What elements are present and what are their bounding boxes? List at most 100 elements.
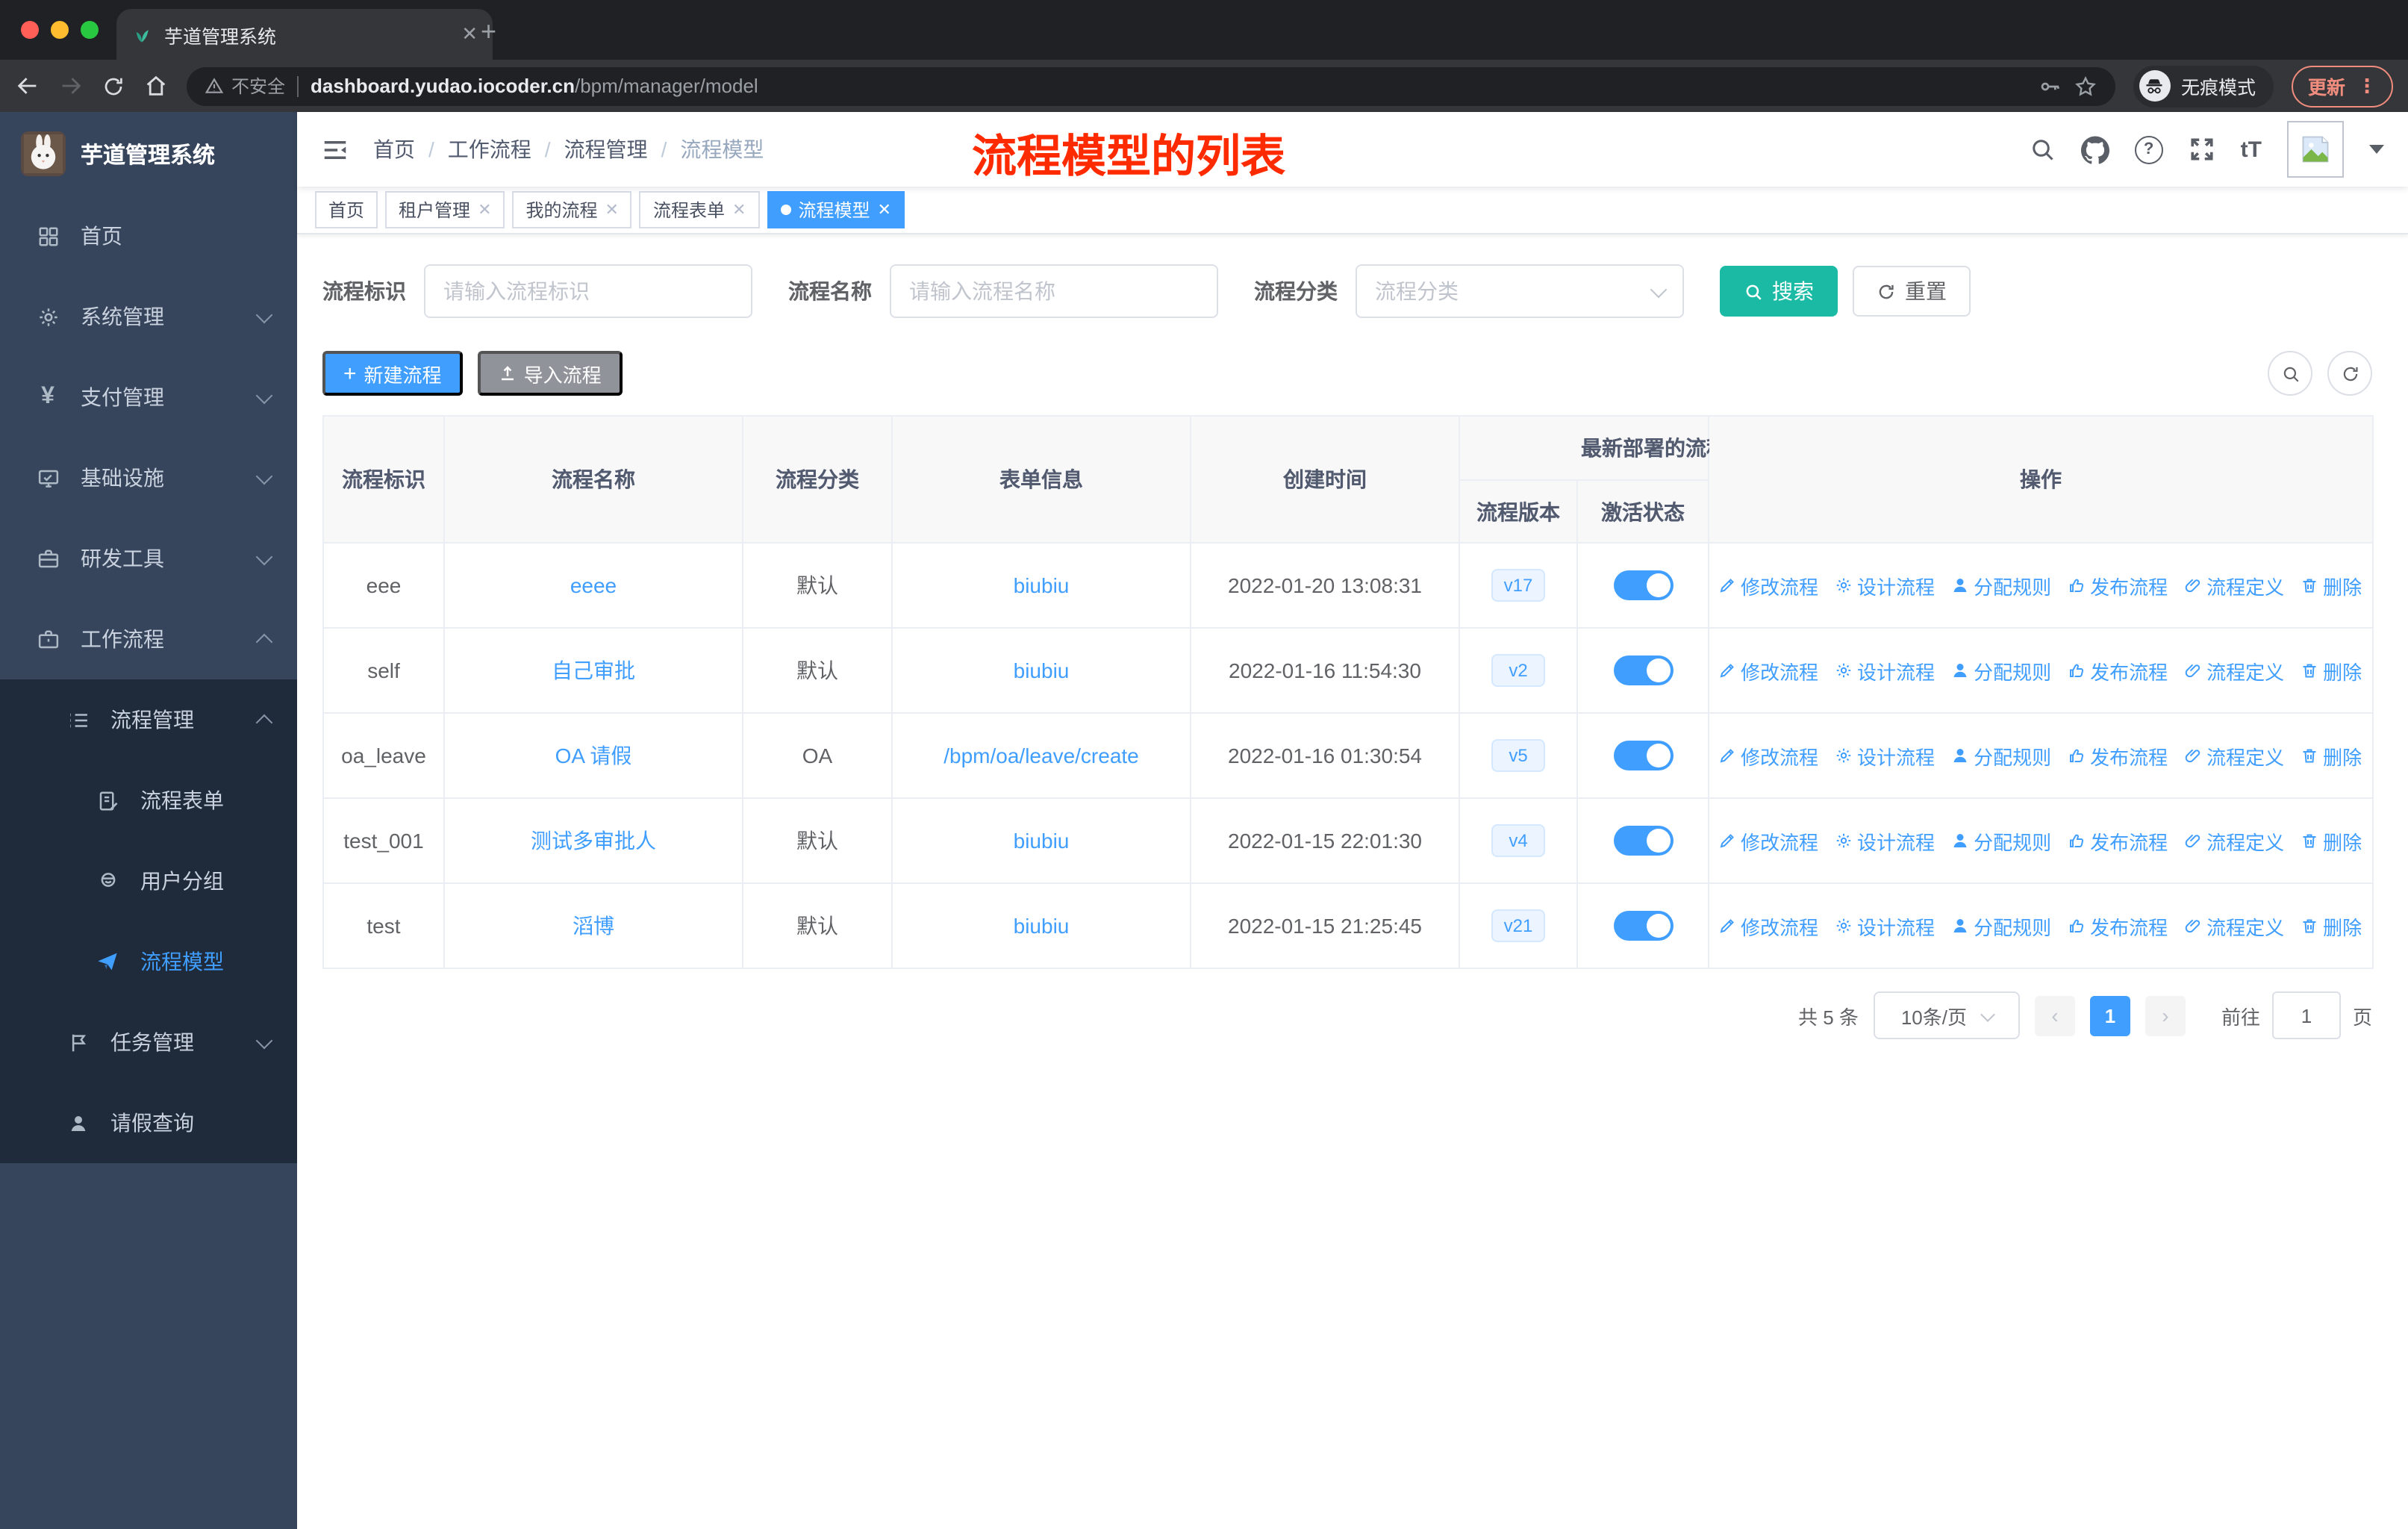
avatar[interactable] xyxy=(2287,121,2344,178)
tag-close-icon[interactable]: ✕ xyxy=(732,200,746,219)
breadcrumb-item[interactable]: 流程管理 xyxy=(564,134,648,164)
bookmark-star-icon[interactable] xyxy=(2074,74,2097,98)
sidebar-item-workflow[interactable]: 工作流程 xyxy=(0,599,297,679)
action-process-definition[interactable]: 流程定义 xyxy=(2184,741,2284,770)
window-minimize-button[interactable] xyxy=(51,21,69,39)
sidebar-item-process-form[interactable]: 流程表单 xyxy=(0,760,297,841)
action-assign-rule[interactable]: 分配规则 xyxy=(1951,656,2051,685)
toggle-search-button[interactable] xyxy=(2268,351,2312,396)
action-delete[interactable]: 删除 xyxy=(2301,826,2362,855)
action-delete[interactable]: 删除 xyxy=(2301,656,2362,685)
action-publish-process[interactable]: 发布流程 xyxy=(2068,656,2168,685)
sidebar-logo[interactable]: 芋道管理系统 xyxy=(0,112,297,196)
sidebar-item-process-model[interactable]: 流程模型 xyxy=(0,921,297,1002)
action-assign-rule[interactable]: 分配规则 xyxy=(1951,571,2051,600)
home-icon[interactable] xyxy=(143,73,169,99)
window-close-button[interactable] xyxy=(21,21,39,39)
page-size-select[interactable]: 10条/页 xyxy=(1873,991,2020,1039)
action-delete[interactable]: 删除 xyxy=(2301,571,2362,600)
sidebar-item-process-management[interactable]: 流程管理 xyxy=(0,679,297,760)
action-design-process[interactable]: 设计流程 xyxy=(1835,571,1935,600)
forward-icon[interactable] xyxy=(58,73,84,99)
sidebar-item-home[interactable]: 首页 xyxy=(0,196,297,276)
action-publish-process[interactable]: 发布流程 xyxy=(2068,826,2168,855)
help-icon[interactable]: ? xyxy=(2134,135,2163,164)
action-assign-rule[interactable]: 分配规则 xyxy=(1951,741,2051,770)
action-process-definition[interactable]: 流程定义 xyxy=(2184,571,2284,600)
action-assign-rule[interactable]: 分配规则 xyxy=(1951,912,2051,940)
action-design-process[interactable]: 设计流程 xyxy=(1835,912,1935,940)
active-toggle[interactable] xyxy=(1613,570,1673,600)
process-name-link[interactable]: 测试多审批人 xyxy=(531,829,656,853)
form-info-link[interactable]: biubiu xyxy=(1014,658,1070,682)
process-name-link[interactable]: OA 请假 xyxy=(555,744,632,767)
tag-process-model[interactable]: 流程模型 ✕ xyxy=(767,191,905,228)
action-design-process[interactable]: 设计流程 xyxy=(1835,826,1935,855)
fullscreen-icon[interactable] xyxy=(2189,136,2215,163)
process-name-link[interactable]: 滔博 xyxy=(573,914,614,938)
tag-close-icon[interactable]: ✕ xyxy=(605,200,619,219)
tag-home[interactable]: 首页 xyxy=(315,191,378,228)
sidebar-item-user-group[interactable]: 用户分组 xyxy=(0,841,297,921)
import-process-button[interactable]: 导入流程 xyxy=(477,351,623,396)
kebab-menu-icon[interactable]: ⋮ xyxy=(2357,74,2377,98)
action-publish-process[interactable]: 发布流程 xyxy=(2068,912,2168,940)
page-number-1[interactable]: 1 xyxy=(2089,995,2130,1036)
form-info-link[interactable]: biubiu xyxy=(1014,573,1070,597)
process-name-input[interactable] xyxy=(890,264,1218,318)
action-process-definition[interactable]: 流程定义 xyxy=(2184,912,2284,940)
sidebar-collapse-icon[interactable] xyxy=(321,135,349,164)
action-edit-process[interactable]: 修改流程 xyxy=(1718,741,1818,770)
tag-close-icon[interactable]: ✕ xyxy=(478,200,491,219)
form-info-link[interactable]: biubiu xyxy=(1014,914,1070,938)
process-category-select[interactable]: 流程分类 xyxy=(1356,264,1684,318)
github-icon[interactable] xyxy=(2080,135,2109,164)
process-key-input[interactable] xyxy=(424,264,752,318)
goto-page-input[interactable] xyxy=(2271,991,2341,1039)
sidebar-item-system[interactable]: 系统管理 xyxy=(0,276,297,357)
browser-menu-update-button[interactable]: 更新 ⋮ xyxy=(2291,65,2393,107)
active-toggle[interactable] xyxy=(1613,826,1673,856)
action-design-process[interactable]: 设计流程 xyxy=(1835,656,1935,685)
process-name-link[interactable]: eeee xyxy=(570,573,617,597)
prev-page-button[interactable]: ‹ xyxy=(2034,995,2075,1036)
reset-button[interactable]: 重置 xyxy=(1853,266,1971,317)
tag-tenant[interactable]: 租户管理 ✕ xyxy=(385,191,505,228)
key-icon[interactable] xyxy=(2038,74,2062,98)
action-process-definition[interactable]: 流程定义 xyxy=(2184,826,2284,855)
active-toggle[interactable] xyxy=(1613,741,1673,770)
reload-icon[interactable] xyxy=(102,74,125,98)
action-publish-process[interactable]: 发布流程 xyxy=(2068,741,2168,770)
create-process-button[interactable]: + 新建流程 xyxy=(322,351,463,396)
refresh-table-button[interactable] xyxy=(2327,351,2372,396)
sidebar-item-payment[interactable]: ¥ 支付管理 xyxy=(0,357,297,437)
action-design-process[interactable]: 设计流程 xyxy=(1835,741,1935,770)
tab-close-icon[interactable]: ✕ xyxy=(461,22,478,46)
font-size-icon[interactable]: tT xyxy=(2241,137,2262,162)
action-assign-rule[interactable]: 分配规则 xyxy=(1951,826,2051,855)
browser-tab[interactable]: 芋道管理系统 ✕ xyxy=(116,9,493,60)
breadcrumb-item[interactable]: 首页 xyxy=(373,134,415,164)
url-bar[interactable]: 不安全 dashboard.yudao.iocoder.cn/bpm/manag… xyxy=(187,66,2115,105)
process-name-link[interactable]: 自己审批 xyxy=(552,658,635,682)
action-publish-process[interactable]: 发布流程 xyxy=(2068,571,2168,600)
sidebar-item-devtools[interactable]: 研发工具 xyxy=(0,518,297,599)
action-process-definition[interactable]: 流程定义 xyxy=(2184,656,2284,685)
window-zoom-button[interactable] xyxy=(81,21,99,39)
form-info-link[interactable]: biubiu xyxy=(1014,829,1070,853)
action-edit-process[interactable]: 修改流程 xyxy=(1718,656,1818,685)
new-tab-button[interactable]: + xyxy=(481,18,496,45)
tag-my-process[interactable]: 我的流程 ✕ xyxy=(512,191,632,228)
action-edit-process[interactable]: 修改流程 xyxy=(1718,826,1818,855)
security-warning[interactable]: 不安全 xyxy=(205,73,285,99)
sidebar-item-leave-query[interactable]: 请假查询 xyxy=(0,1083,297,1163)
action-edit-process[interactable]: 修改流程 xyxy=(1718,571,1818,600)
action-edit-process[interactable]: 修改流程 xyxy=(1718,912,1818,940)
sidebar-item-task-management[interactable]: 任务管理 xyxy=(0,1002,297,1083)
search-button[interactable]: 搜索 xyxy=(1720,266,1838,317)
chevron-down-icon[interactable] xyxy=(2369,145,2384,154)
form-info-link[interactable]: /bpm/oa/leave/create xyxy=(943,744,1139,767)
sidebar-item-infra[interactable]: 基础设施 xyxy=(0,437,297,518)
search-icon[interactable] xyxy=(2029,136,2056,163)
tag-process-form[interactable]: 流程表单 ✕ xyxy=(639,191,760,228)
